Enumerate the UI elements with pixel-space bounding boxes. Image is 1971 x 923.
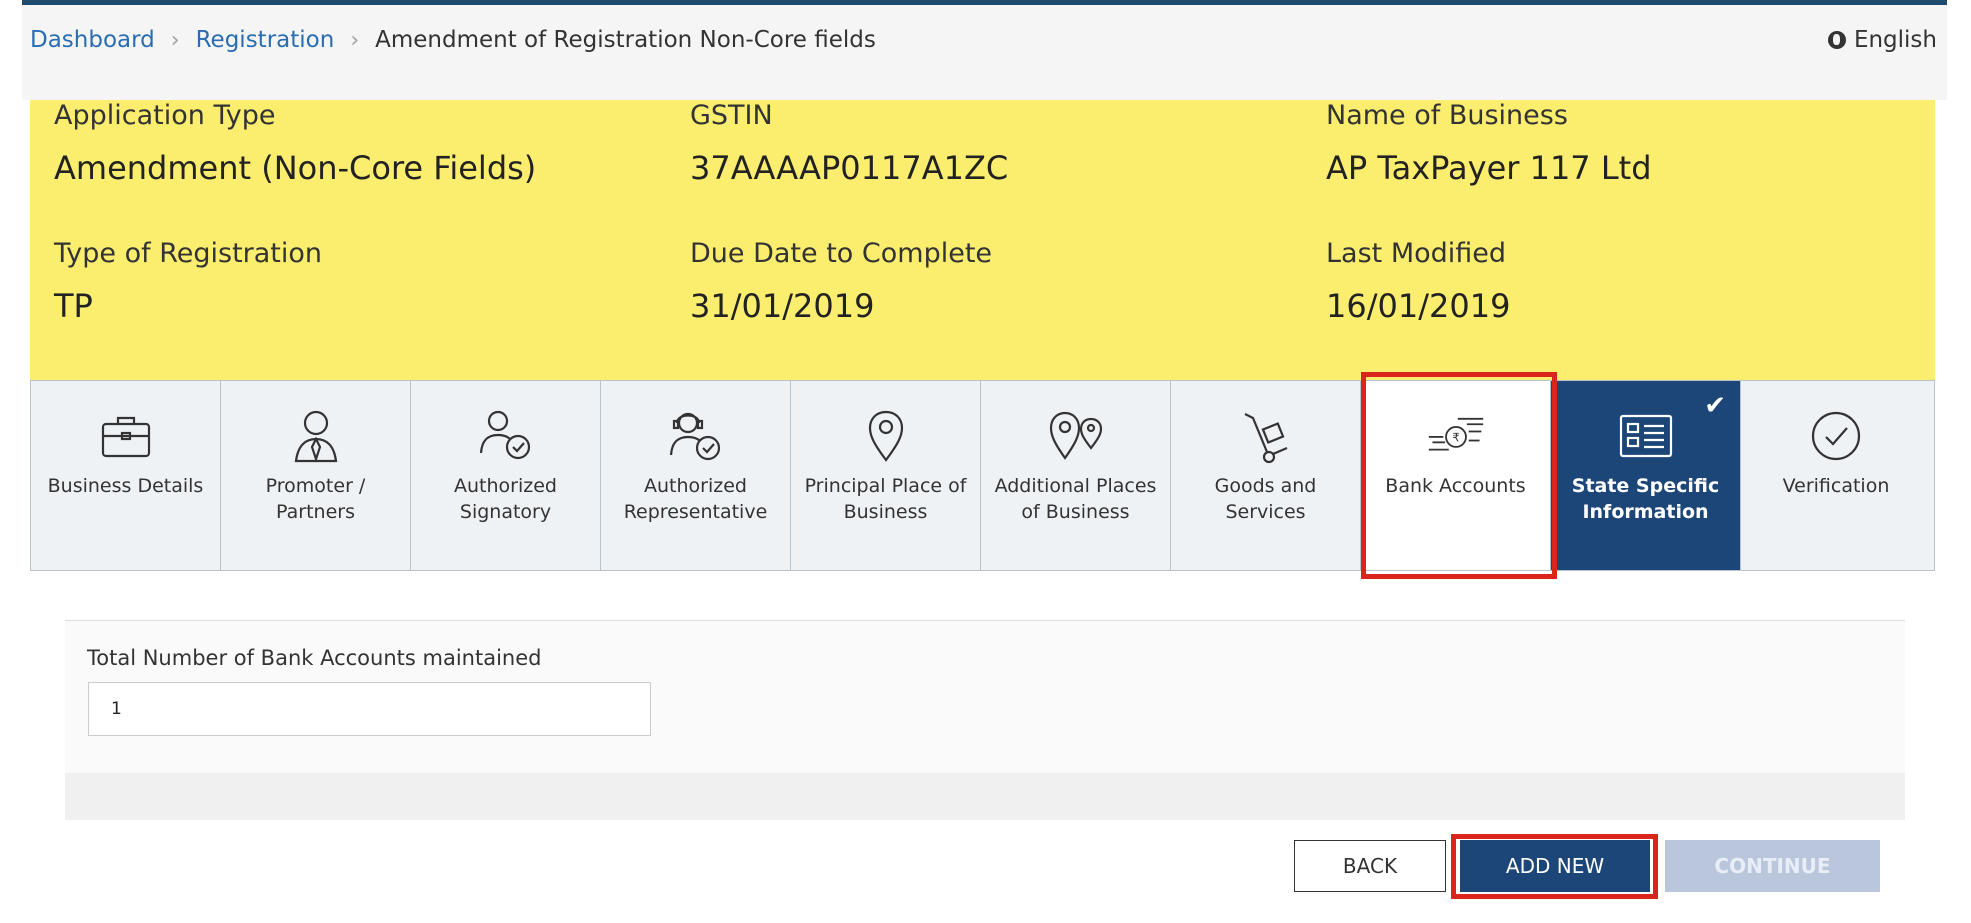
gstin-cell: GSTIN 37AAAAP0117A1ZC — [690, 100, 1008, 187]
breadcrumb-registration-link[interactable]: Registration — [196, 27, 335, 53]
person-icon — [287, 407, 345, 465]
language-label: English — [1853, 27, 1937, 53]
breadcrumb-separator: › — [170, 27, 180, 53]
tab-additional-places-of-business[interactable]: Additional Places of Business — [981, 381, 1171, 570]
location-pin-icon — [857, 407, 915, 465]
application-type-value: Amendment (Non-Core Fields) — [54, 149, 537, 187]
tab-label: State Specific Information — [1571, 475, 1720, 523]
tab-principal-place-of-business[interactable]: Principal Place of Business — [791, 381, 981, 570]
registration-type-label: Type of Registration — [54, 238, 323, 269]
tab-state-specific-information[interactable]: ✔ State Specific Information — [1551, 381, 1741, 570]
last-modified-label: Last Modified — [1326, 238, 1507, 269]
tab-label: Bank Accounts — [1385, 475, 1526, 497]
tab-label: Authorized Representative — [623, 475, 768, 523]
tab-business-details[interactable]: Business Details — [31, 381, 221, 570]
check-circle-icon — [1807, 407, 1865, 465]
gstin-value: 37AAAAP0117A1ZC — [690, 149, 1009, 187]
breadcrumb: Dashboard › Registration › Amendment of … — [30, 27, 876, 53]
multi-location-icon — [1047, 407, 1105, 465]
tab-authorized-representative[interactable]: Authorized Representative — [601, 381, 791, 570]
person-check-icon — [477, 407, 535, 465]
continue-button[interactable]: CONTINUE — [1665, 840, 1880, 892]
tab-bank-accounts[interactable]: ₹ Bank Accounts — [1361, 381, 1551, 570]
registration-type-value: TP — [54, 287, 93, 325]
last-modified-cell: Last Modified 16/01/2019 — [1326, 238, 1510, 325]
application-summary: Application Type Amendment (Non-Core Fie… — [30, 100, 1935, 380]
application-type-label: Application Type — [54, 100, 276, 131]
breadcrumb-separator: › — [350, 27, 360, 53]
registration-tabs: Business Details Promoter / Partners Aut… — [30, 380, 1935, 571]
form-footer-band — [65, 773, 1905, 820]
language-selector[interactable]: English — [1827, 27, 1937, 53]
breadcrumb-current: Amendment of Registration Non-Core field… — [375, 27, 876, 53]
headset-person-icon — [667, 407, 725, 465]
tab-label: Business Details — [47, 475, 204, 497]
tab-label: Authorized Signatory — [454, 475, 557, 523]
tab-goods-and-services[interactable]: Goods and Services — [1171, 381, 1361, 570]
back-button[interactable]: BACK — [1294, 840, 1446, 892]
due-date-cell: Due Date to Complete 31/01/2019 — [690, 238, 992, 325]
briefcase-icon — [97, 407, 155, 465]
tab-promoter-partners[interactable]: Promoter / Partners — [221, 381, 411, 570]
breadcrumb-dashboard-link[interactable]: Dashboard — [30, 27, 155, 53]
tab-label: Principal Place of Business — [804, 475, 967, 523]
add-new-button[interactable]: ADD NEW — [1460, 840, 1650, 892]
due-date-value: 31/01/2019 — [690, 287, 875, 325]
svg-text:₹: ₹ — [1452, 430, 1460, 444]
bank-accounts-count-input[interactable] — [88, 682, 651, 736]
id-card-icon — [1617, 407, 1675, 465]
business-name-value: AP TaxPayer 117 Ltd — [1326, 149, 1652, 187]
globe-icon — [1827, 31, 1846, 49]
rupee-money-icon: ₹ — [1427, 407, 1485, 465]
form-divider — [65, 620, 1905, 621]
tab-label: Goods and Services — [1214, 475, 1317, 523]
last-modified-value: 16/01/2019 — [1326, 287, 1511, 325]
due-date-label: Due Date to Complete — [690, 238, 993, 269]
breadcrumb-bar: Dashboard › Registration › Amendment of … — [22, 5, 1947, 100]
checkmark-icon: ✔ — [1704, 391, 1726, 421]
business-name-cell: Name of Business AP TaxPayer 117 Ltd — [1326, 100, 1652, 187]
bank-accounts-count-label: Total Number of Bank Accounts maintained — [87, 646, 542, 670]
application-type-cell: Application Type Amendment (Non-Core Fie… — [54, 100, 536, 187]
gstin-label: GSTIN — [690, 100, 773, 131]
tab-authorized-signatory[interactable]: Authorized Signatory — [411, 381, 601, 570]
tab-label: Verification — [1782, 475, 1890, 497]
tab-label: Additional Places of Business — [994, 475, 1157, 523]
tab-label: Promoter / Partners — [265, 475, 366, 523]
hand-truck-icon — [1237, 407, 1295, 465]
registration-type-cell: Type of Registration TP — [54, 238, 322, 325]
tab-verification[interactable]: Verification — [1741, 381, 1931, 570]
business-name-label: Name of Business — [1326, 100, 1568, 131]
